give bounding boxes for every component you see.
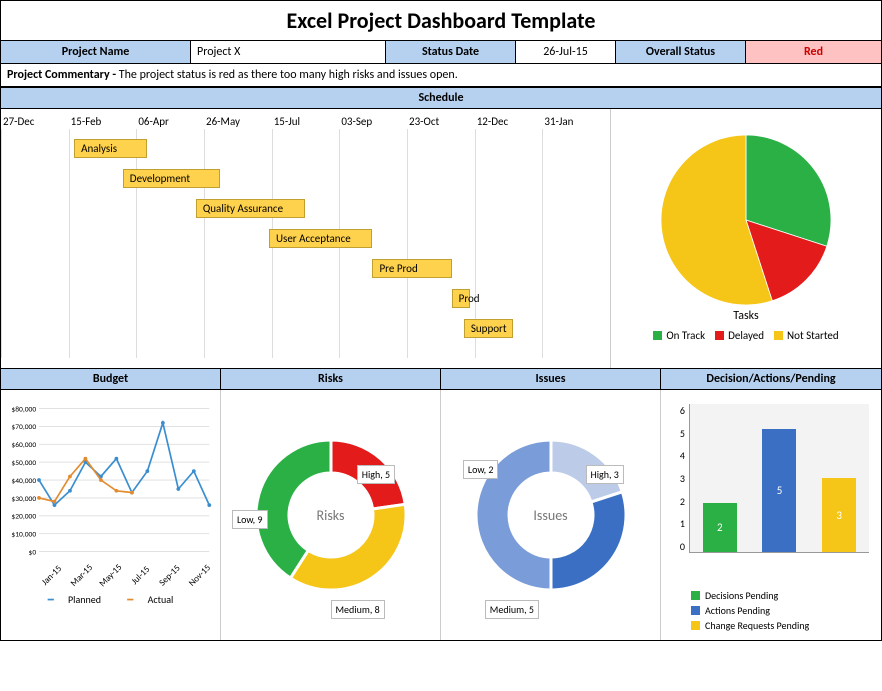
schedule-body: 27-Dec15-Feb06-Apr26-May15-Jul03-Sep23-O…	[1, 109, 881, 369]
budget-legend: ━ Planned ━ Actual	[7, 593, 214, 606]
gantt-tick: 03-Sep	[339, 115, 407, 128]
dashboard: Excel Project Dashboard Template Project…	[0, 0, 882, 641]
legend-item: On Track	[653, 329, 705, 342]
svg-text:$20,000: $20,000	[11, 513, 36, 522]
budget-header: Budget	[1, 369, 221, 389]
gantt-bar[interactable]: Quality Assurance	[196, 199, 306, 218]
gantt-tick: 26-May	[204, 115, 272, 128]
donut-label: Medium, 8	[331, 600, 385, 619]
svg-text:$50,000: $50,000	[11, 459, 36, 468]
tasks-pie-legend: On Track Delayed Not Started	[653, 329, 838, 342]
status-date-value[interactable]: 26-Jul-15	[516, 41, 616, 64]
svg-text:$10,000: $10,000	[11, 531, 36, 540]
svg-text:$60,000: $60,000	[11, 441, 36, 450]
legend-actual: Actual	[148, 593, 174, 606]
legend-item: Not Started	[774, 329, 839, 342]
svg-text:$80,000: $80,000	[11, 405, 36, 414]
issues-header: Issues	[441, 369, 661, 389]
overall-status-label: Overall Status	[616, 41, 746, 64]
risks-center: Risks	[317, 507, 345, 524]
gantt-tick: 23-Oct	[407, 115, 475, 128]
gantt-tick: 15-Jul	[272, 115, 340, 128]
gantt-bar[interactable]: Prod	[452, 289, 470, 308]
dap-header: Decision/Actions/Pending	[661, 369, 881, 389]
dap-bar[interactable]: 2	[703, 503, 737, 552]
commentary: Project Commentary - The project status …	[1, 64, 881, 87]
commentary-label: Project Commentary -	[7, 68, 119, 82]
donut-label: Low, 2	[463, 460, 499, 479]
legend-planned: Planned	[68, 593, 101, 606]
legend-item: Change Requests Pending	[691, 619, 875, 632]
gantt-chart: 27-Dec15-Feb06-Apr26-May15-Jul03-Sep23-O…	[1, 109, 611, 368]
gantt-tick: 12-Dec	[475, 115, 543, 128]
gantt-bar[interactable]: Support	[464, 319, 513, 338]
donut-label: High, 5	[357, 465, 395, 484]
dap-chart: 0123456 253	[667, 396, 875, 583]
issues-panel: Issues Low, 2 High, 3 Medium, 5	[441, 390, 661, 640]
budget-chart: $0 $10,000 $20,000 $30,000 $40,000 $50,000 $60…	[7, 396, 214, 566]
svg-text:$70,000: $70,000	[11, 423, 36, 432]
donut-label: High, 3	[586, 465, 624, 484]
dap-bar[interactable]: 3	[822, 478, 856, 552]
svg-text:$30,000: $30,000	[11, 495, 36, 504]
tasks-pie-panel: Tasks On Track Delayed Not Started	[611, 109, 881, 368]
gantt-bar[interactable]: Development	[123, 169, 220, 188]
donut-label: Low, 9	[232, 510, 268, 529]
gantt-tick: 31-Jan	[542, 115, 610, 128]
issues-center: Issues	[533, 507, 567, 524]
dap-panel: 0123456 253 Decisions PendingActions Pen…	[661, 390, 881, 640]
project-name-value[interactable]: Project X	[191, 41, 386, 64]
donut-label: Medium, 5	[485, 600, 539, 619]
overall-status-value: Red	[746, 41, 881, 64]
commentary-text: The project status is red as there too m…	[119, 68, 458, 82]
legend-item: Actions Pending	[691, 604, 875, 617]
schedule-header: Schedule	[1, 87, 881, 109]
dap-legend: Decisions Pending Actions Pending Change R…	[667, 583, 875, 634]
svg-text:$40,000: $40,000	[11, 477, 36, 486]
tasks-pie	[661, 135, 831, 305]
status-date-label: Status Date	[386, 41, 516, 64]
legend-item: Delayed	[715, 329, 764, 342]
project-name-label: Project Name	[1, 41, 191, 64]
legend-item: Decisions Pending	[691, 589, 875, 602]
budget-panel: $0 $10,000 $20,000 $30,000 $40,000 $50,000 $60…	[1, 390, 221, 640]
svg-text:$0: $0	[29, 548, 37, 557]
header-row: Project Name Project X Status Date 26-Ju…	[1, 41, 881, 64]
risks-panel: Risks High, 5 Low, 9 Medium, 8	[221, 390, 441, 640]
gantt-bar[interactable]: Pre Prod	[372, 259, 451, 278]
bottom-headers: Budget Risks Issues Decision/Actions/Pen…	[1, 369, 881, 390]
dap-bar[interactable]: 5	[762, 429, 796, 552]
gantt-bar[interactable]: User Acceptance	[269, 229, 373, 248]
bottom-body: $0 $10,000 $20,000 $30,000 $40,000 $50,000 $60…	[1, 390, 881, 640]
tasks-pie-title: Tasks	[733, 309, 758, 323]
gantt-tick: 27-Dec	[1, 115, 69, 128]
gantt-bar[interactable]: Analysis	[74, 139, 147, 158]
gantt-tick: 06-Apr	[136, 115, 204, 128]
gantt-tick: 15-Feb	[69, 115, 137, 128]
risks-header: Risks	[221, 369, 441, 389]
page-title: Excel Project Dashboard Template	[1, 1, 881, 41]
